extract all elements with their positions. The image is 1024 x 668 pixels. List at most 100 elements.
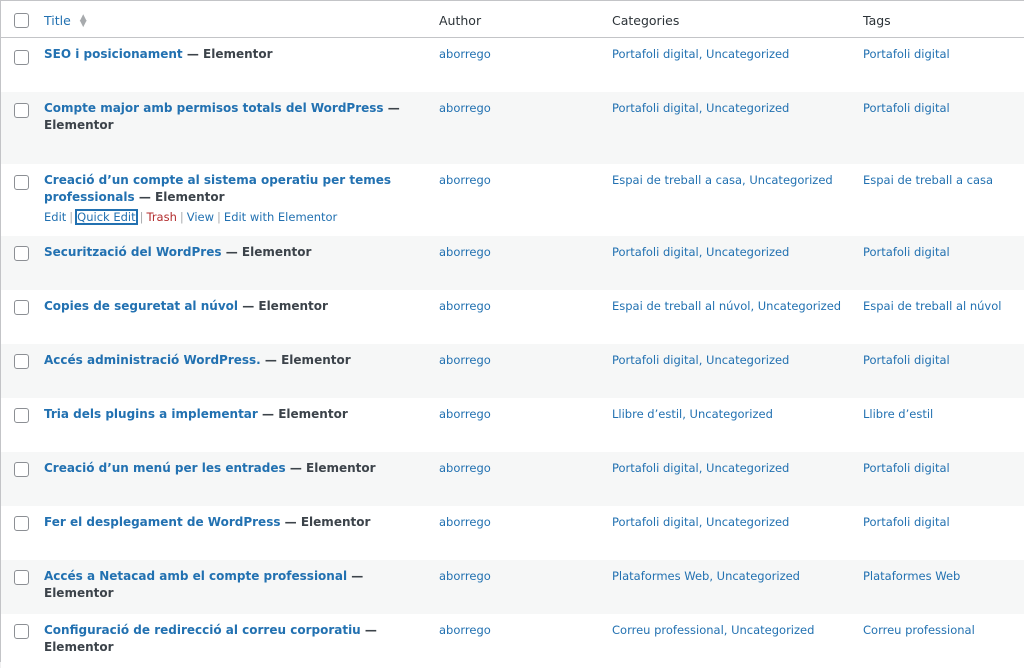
table-row: Tria dels plugins a implementar — Elemen… bbox=[1, 398, 1024, 452]
column-author-header: Author bbox=[439, 13, 482, 28]
post-state: Elementor bbox=[278, 407, 348, 421]
post-state: Elementor bbox=[155, 190, 225, 204]
row-checkbox[interactable] bbox=[14, 624, 29, 639]
table-row: Copies de seguretat al núvol — Elementor… bbox=[1, 290, 1024, 344]
table-row: Compte major amb permisos totals del Wor… bbox=[1, 92, 1024, 164]
tags-links[interactable]: Portafoli digital bbox=[863, 514, 1023, 531]
tags-links[interactable]: Correu professional bbox=[863, 622, 1023, 639]
tags-links[interactable]: Portafoli digital bbox=[863, 100, 1023, 117]
post-state: Elementor bbox=[281, 353, 351, 367]
post-state: Elementor bbox=[258, 299, 328, 313]
post-title: Configuració de redirecció al correu cor… bbox=[44, 623, 377, 654]
posts-table: Title ▲ ▼ Author Categories Tags SEO i po… bbox=[0, 0, 1024, 668]
post-title-link[interactable]: Accés administració WordPress. bbox=[44, 353, 261, 367]
table-row: Accés a Netacad amb el compte profession… bbox=[1, 560, 1024, 614]
post-title-link[interactable]: Configuració de redirecció al correu cor… bbox=[44, 623, 361, 637]
table-row: Creació d’un compte al sistema operatiu … bbox=[1, 164, 1024, 236]
categories-links[interactable]: Portafoli digital, Uncategorized bbox=[612, 352, 852, 369]
post-title: Creació d’un menú per les entrades — Ele… bbox=[44, 461, 376, 475]
post-title-link[interactable]: Compte major amb permisos totals del Wor… bbox=[44, 101, 384, 115]
tags-links[interactable]: Portafoli digital bbox=[863, 460, 1023, 477]
categories-links[interactable]: Correu professional, Uncategorized bbox=[612, 622, 852, 639]
author-link[interactable]: aborrego bbox=[439, 172, 599, 189]
post-title-link[interactable]: SEO i posicionament bbox=[44, 47, 183, 61]
table-header: Title ▲ ▼ Author Categories Tags bbox=[1, 1, 1024, 38]
categories-links[interactable]: Portafoli digital, Uncategorized bbox=[612, 460, 852, 477]
categories-links[interactable]: Llibre d’estil, Uncategorized bbox=[612, 406, 852, 423]
row-checkbox[interactable] bbox=[14, 462, 29, 477]
row-checkbox[interactable] bbox=[14, 246, 29, 261]
categories-links[interactable]: Plataformes Web, Uncategorized bbox=[612, 568, 852, 585]
tags-links[interactable]: Espai de treball al núvol bbox=[863, 298, 1023, 315]
row-checkbox[interactable] bbox=[14, 175, 29, 190]
column-tags-header: Tags bbox=[863, 13, 891, 28]
post-state: Elementor bbox=[44, 586, 114, 600]
author-link[interactable]: aborrego bbox=[439, 352, 599, 369]
author-link[interactable]: aborrego bbox=[439, 514, 599, 531]
sort-icon[interactable]: ▲ ▼ bbox=[80, 13, 90, 28]
post-title-link[interactable]: Accés a Netacad amb el compte profession… bbox=[44, 569, 347, 583]
post-title-link[interactable]: Securització del WordPres bbox=[44, 245, 222, 259]
tags-links[interactable]: Espai de treball a casa bbox=[863, 172, 1023, 189]
edit-link[interactable]: Edit bbox=[44, 210, 66, 224]
post-state: Elementor bbox=[241, 245, 312, 259]
author-link[interactable]: aborrego bbox=[439, 100, 599, 117]
categories-links[interactable]: Espai de treball al núvol, Uncategorized bbox=[612, 298, 852, 315]
author-link[interactable]: aborrego bbox=[439, 622, 599, 639]
post-title: Accés a Netacad amb el compte profession… bbox=[44, 569, 364, 600]
post-title: SEO i posicionament — Elementor bbox=[44, 47, 273, 61]
categories-links[interactable]: Espai de treball a casa, Uncategorized bbox=[612, 172, 852, 189]
tags-links[interactable]: Plataformes Web bbox=[863, 568, 1023, 585]
row-checkbox[interactable] bbox=[14, 354, 29, 369]
edit-with-elementor-link[interactable]: Edit with Elementor bbox=[224, 210, 337, 224]
post-state: Elementor bbox=[44, 640, 114, 654]
categories-links[interactable]: Portafoli digital, Uncategorized bbox=[612, 514, 852, 531]
author-link[interactable]: aborrego bbox=[439, 460, 599, 477]
table-row: SEO i posicionament — Elementor aborrego… bbox=[1, 38, 1024, 92]
post-title: Creació d’un compte al sistema operatiu … bbox=[44, 173, 392, 204]
select-all-checkbox[interactable] bbox=[14, 13, 29, 28]
column-title-header[interactable]: Title ▲ ▼ bbox=[44, 13, 414, 28]
post-title: Compte major amb permisos totals del Wor… bbox=[44, 101, 400, 132]
tags-links[interactable]: Portafoli digital bbox=[863, 46, 1023, 63]
author-link[interactable]: aborrego bbox=[439, 406, 599, 423]
trash-link[interactable]: Trash bbox=[146, 210, 176, 224]
table-row: Accés administració WordPress. — Element… bbox=[1, 344, 1024, 398]
post-state: Elementor bbox=[300, 515, 371, 529]
post-state: Elementor bbox=[44, 118, 114, 132]
quick-edit-link[interactable]: Quick Edit bbox=[75, 209, 138, 225]
row-checkbox[interactable] bbox=[14, 300, 29, 315]
post-title-link[interactable]: professionals bbox=[44, 190, 135, 204]
post-title-link[interactable]: Creació d’un menú per les entrades bbox=[44, 461, 286, 475]
author-link[interactable]: aborrego bbox=[439, 298, 599, 315]
table-row: Fer el desplegament de WordPress — Eleme… bbox=[1, 506, 1024, 560]
table-row: Configuració de redirecció al correu cor… bbox=[1, 614, 1024, 668]
post-title: Tria dels plugins a implementar — Elemen… bbox=[44, 407, 348, 421]
row-checkbox[interactable] bbox=[14, 570, 29, 585]
row-actions: Edit | Quick Edit | Trash | View | Edit with Ele… bbox=[44, 209, 338, 225]
post-title-link[interactable]: Tria dels plugins a implementar bbox=[44, 407, 258, 421]
author-link[interactable]: aborrego bbox=[439, 568, 599, 585]
row-checkbox[interactable] bbox=[14, 50, 29, 65]
tags-links[interactable]: Portafoli digital bbox=[863, 244, 1023, 261]
categories-links[interactable]: Portafoli digital, Uncategorized bbox=[612, 244, 852, 261]
author-link[interactable]: aborrego bbox=[439, 46, 599, 63]
tags-links[interactable]: Llibre d’estil bbox=[863, 406, 1023, 423]
row-checkbox[interactable] bbox=[14, 516, 29, 531]
row-checkbox[interactable] bbox=[14, 103, 29, 118]
author-link[interactable]: aborrego bbox=[439, 244, 599, 261]
column-categories-header: Categories bbox=[612, 13, 680, 28]
categories-links[interactable]: Portafoli digital, Uncategorized bbox=[612, 46, 852, 63]
categories-links[interactable]: Portafoli digital, Uncategorized bbox=[612, 100, 852, 117]
table-row: Creació d’un menú per les entrades — Ele… bbox=[1, 452, 1024, 506]
row-checkbox[interactable] bbox=[14, 408, 29, 423]
post-title: Copies de seguretat al núvol — Elementor bbox=[44, 299, 328, 313]
post-title: Accés administració WordPress. — Element… bbox=[44, 353, 351, 367]
post-title-link[interactable]: Fer el desplegament de WordPress bbox=[44, 515, 280, 529]
post-title-link[interactable]: Copies de seguretat al núvol bbox=[44, 299, 238, 313]
post-title: Fer el desplegament de WordPress — Eleme… bbox=[44, 515, 371, 529]
post-title-link[interactable]: Creació d’un compte al sistema operatiu … bbox=[44, 173, 391, 187]
tags-links[interactable]: Portafoli digital bbox=[863, 352, 1023, 369]
post-state: Elementor bbox=[203, 47, 273, 61]
view-link[interactable]: View bbox=[187, 210, 214, 224]
